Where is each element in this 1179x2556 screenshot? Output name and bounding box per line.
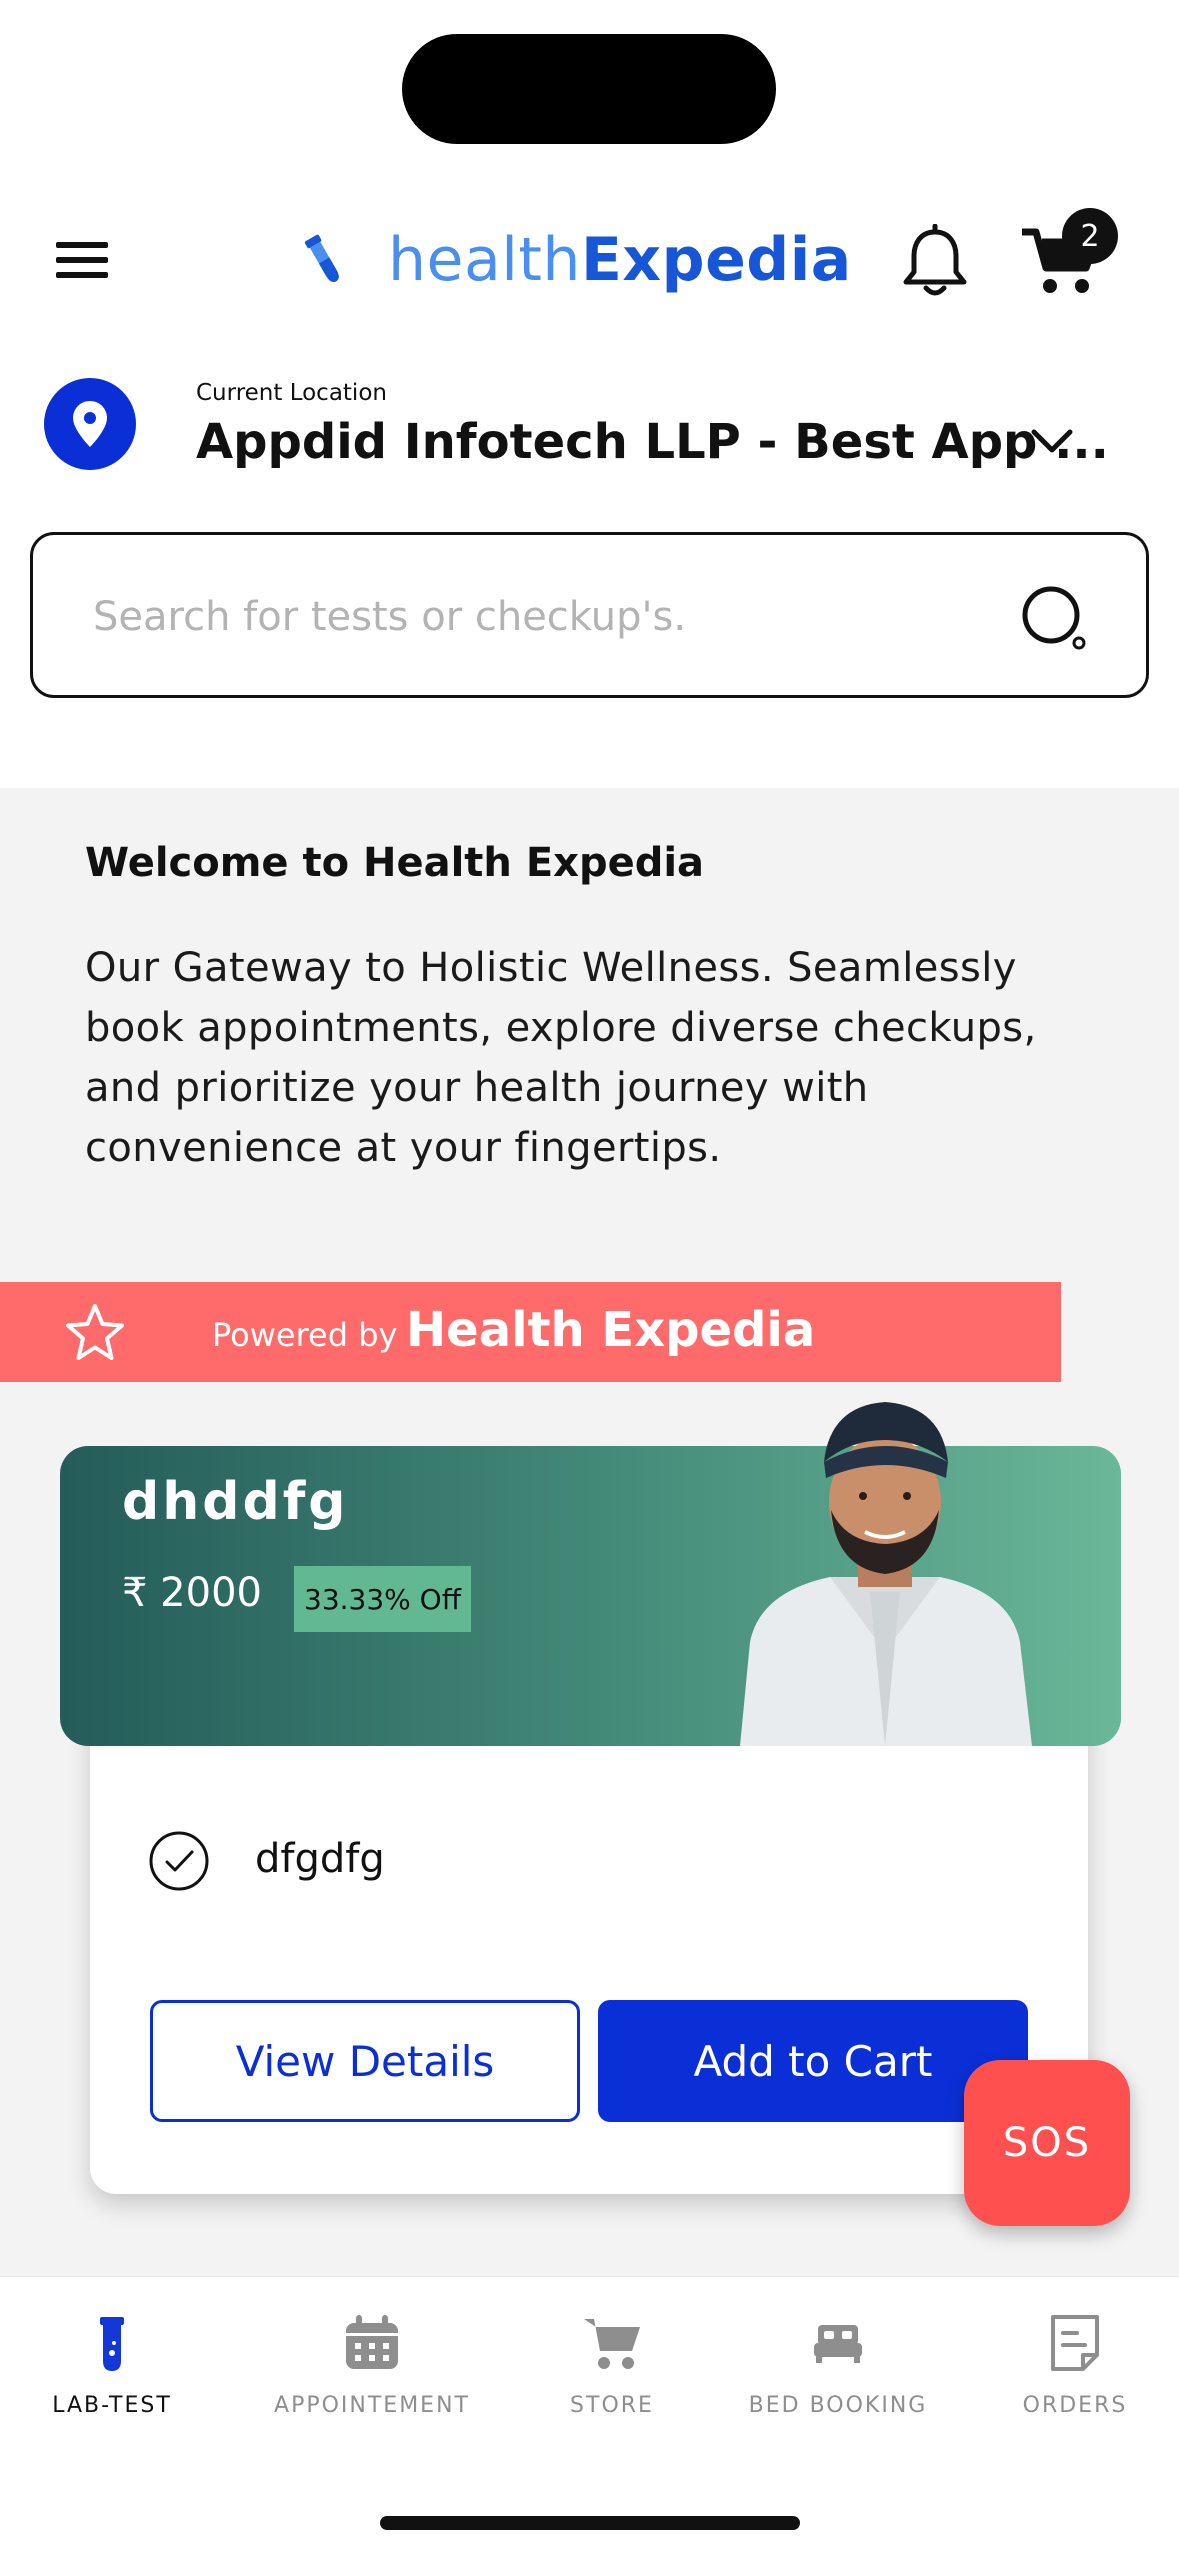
nav-tab-orders[interactable]: ORDERS <box>1010 2277 1140 2455</box>
nav-label-orders: ORDERS <box>1022 2393 1128 2418</box>
orders-document-icon <box>1051 2315 1099 2371</box>
menu-icon[interactable] <box>52 238 112 282</box>
app-logo: healthExpedia <box>300 224 852 296</box>
current-location-caption: Current Location <box>196 380 387 406</box>
shopping-cart-icon <box>584 2319 640 2369</box>
package-price: ₹ 2000 <box>122 1570 262 1616</box>
nav-label-bed-booking: BED BOOKING <box>748 2393 928 2418</box>
bottom-navigation: LAB-TEST APPOINTEMENT STORE BED BOOKING … <box>0 2276 1179 2454</box>
welcome-description: Our Gateway to Holistic Wellness. Seamle… <box>85 945 1037 1171</box>
nav-label-appointment: APPOINTEMENT <box>274 2393 470 2418</box>
test-tube-icon <box>100 2317 124 2371</box>
calendar-icon <box>346 2315 398 2369</box>
view-details-button[interactable]: View Details <box>150 2000 580 2122</box>
bed-icon <box>814 2325 862 2363</box>
search-bar <box>30 532 1149 698</box>
search-input[interactable] <box>93 575 993 659</box>
nav-label-store: STORE <box>570 2393 654 2418</box>
powered-by-brand: Health Expedia <box>406 1302 816 1358</box>
star-icon <box>66 1304 124 1360</box>
notification-bell-icon[interactable] <box>900 224 970 300</box>
package-test-item: dfgdfg <box>255 1836 385 1882</box>
test-tube-logo-icon <box>304 234 339 283</box>
app-logo-text: healthExpedia <box>388 225 852 295</box>
welcome-title: Welcome to Health Expedia <box>85 840 705 886</box>
search-icon[interactable] <box>1017 581 1093 657</box>
current-location-name[interactable]: Appdid Infotech LLP - Best App ... <box>196 414 1109 470</box>
sos-button[interactable]: SOS <box>964 2060 1130 2226</box>
nav-tab-bed-booking[interactable]: BED BOOKING <box>738 2277 938 2455</box>
dynamic-island <box>402 34 776 144</box>
powered-by-banner: Powered by Health Expedia <box>0 1282 1061 1382</box>
package-title: dhddfg <box>122 1472 349 1532</box>
chevron-down-icon[interactable] <box>1028 422 1076 458</box>
discount-badge: 33.33% Off <box>294 1566 471 1632</box>
powered-by-prefix: Powered by <box>212 1316 398 1354</box>
nav-tab-appointment[interactable]: APPOINTEMENT <box>262 2277 482 2455</box>
check-circle-icon <box>149 1831 209 1891</box>
nav-tab-lab-test[interactable]: LAB-TEST <box>30 2277 194 2455</box>
cart-count-badge: 2 <box>1062 208 1118 264</box>
home-indicator <box>380 2516 800 2530</box>
nav-tab-store[interactable]: STORE <box>552 2277 672 2455</box>
nav-label-lab-test: LAB-TEST <box>52 2393 172 2418</box>
location-pin-icon <box>44 378 136 470</box>
doctor-image <box>740 1402 1032 1746</box>
app-header: healthExpedia <box>0 200 1179 320</box>
